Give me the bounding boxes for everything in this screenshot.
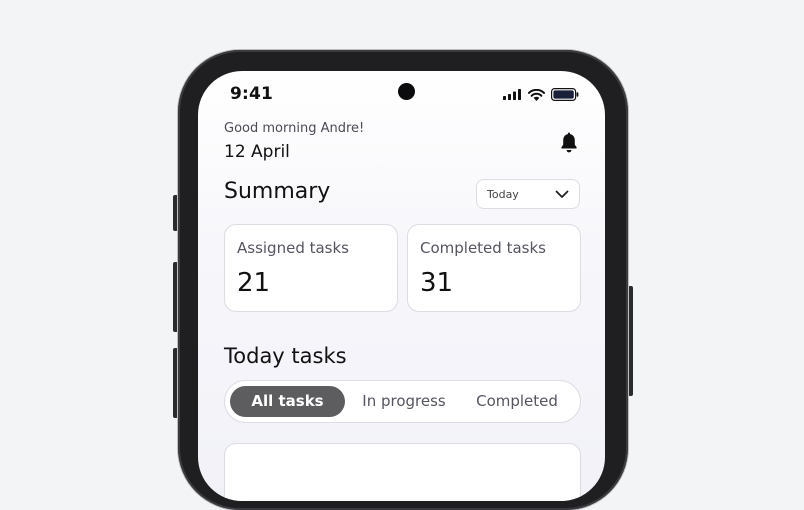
period-dropdown[interactable]: Today	[476, 179, 580, 209]
tab-all-tasks[interactable]: All tasks	[230, 386, 345, 417]
task-list-item[interactable]	[224, 443, 581, 501]
power-button	[628, 286, 633, 396]
battery-icon	[551, 88, 579, 101]
wifi-icon	[528, 88, 545, 101]
card-label: Assigned tasks	[237, 239, 349, 257]
status-time: 9:41	[230, 84, 274, 104]
signal-icon	[503, 89, 521, 100]
card-value: 21	[237, 268, 271, 298]
current-date: 12 April	[224, 142, 290, 162]
chevron-down-icon	[555, 190, 569, 198]
tab-completed[interactable]: Completed	[463, 386, 571, 417]
front-camera	[398, 83, 415, 100]
status-icons	[503, 88, 579, 101]
card-label: Completed tasks	[420, 239, 546, 257]
card-value: 31	[420, 268, 454, 298]
bell-icon[interactable]	[559, 132, 579, 154]
assigned-tasks-card[interactable]: Assigned tasks 21	[224, 224, 398, 312]
summary-title: Summary	[224, 179, 331, 204]
tab-in-progress[interactable]: In progress	[351, 386, 457, 417]
period-dropdown-value: Today	[487, 187, 519, 201]
phone-screen: 9:41 Good morning Andre! 12 April Summar…	[198, 71, 605, 501]
today-tasks-title: Today tasks	[224, 344, 347, 368]
greeting-text: Good morning Andre!	[224, 121, 365, 136]
completed-tasks-card[interactable]: Completed tasks 31	[407, 224, 581, 312]
task-filter-tabs: All tasks In progress Completed	[224, 380, 581, 423]
